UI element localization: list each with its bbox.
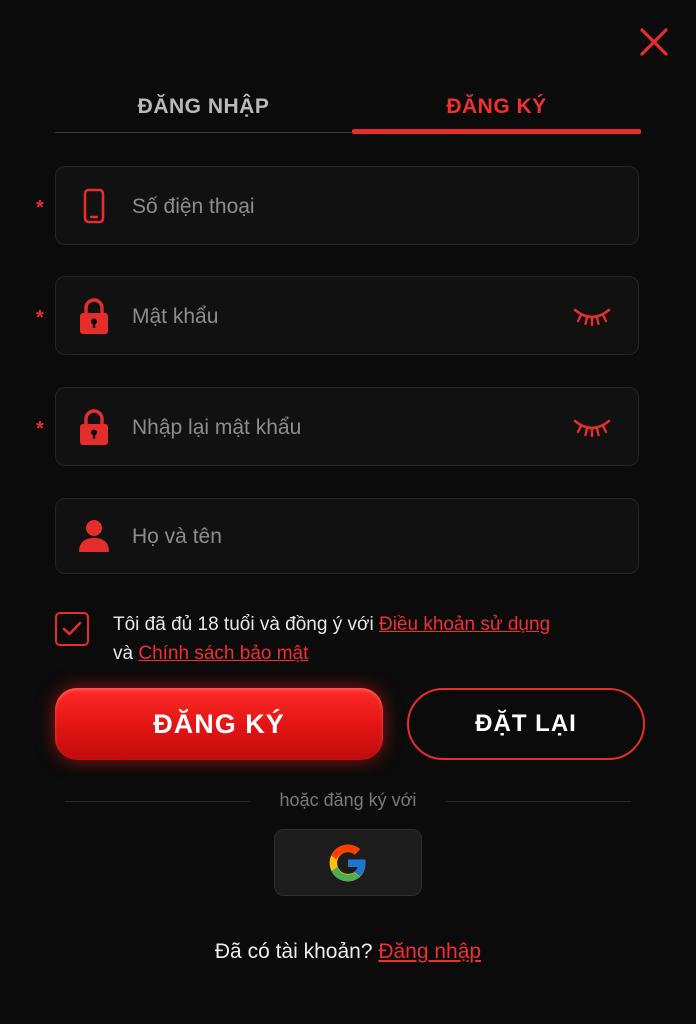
agreement-text: Tôi đã đủ 18 tuổi và đồng ý với Điều kho…	[113, 610, 633, 668]
login-prompt: Đã có tài khoản? Đăng nhập	[0, 940, 696, 964]
toggle-password-visibility[interactable]	[572, 304, 612, 328]
required-mark: *	[36, 418, 44, 440]
confirm-password-input[interactable]	[130, 388, 554, 467]
lock-icon	[78, 408, 110, 446]
eye-closed-icon	[573, 308, 611, 326]
phone-input[interactable]	[130, 167, 554, 246]
tab-register[interactable]: ĐĂNG KÝ	[352, 84, 641, 130]
register-button[interactable]: ĐĂNG KÝ	[55, 688, 383, 760]
close-button[interactable]	[636, 24, 672, 60]
google-signup-button[interactable]	[274, 829, 422, 896]
agreement-text-before: Tôi đã đủ 18 tuổi và đồng ý với	[113, 614, 379, 635]
phone-icon	[78, 187, 110, 225]
auth-tabs: ĐĂNG NHẬP ĐĂNG KÝ	[55, 84, 641, 134]
user-icon	[78, 517, 110, 555]
required-mark: *	[36, 197, 44, 219]
checkmark-icon	[62, 621, 82, 636]
reset-button[interactable]: ĐẶT LẠI	[407, 688, 645, 760]
toggle-confirm-password-visibility[interactable]	[572, 415, 612, 439]
close-icon	[640, 28, 668, 56]
login-prompt-question: Đã có tài khoản?	[214, 940, 379, 963]
tab-login[interactable]: ĐĂNG NHẬP	[55, 84, 352, 130]
full-name-input[interactable]	[130, 499, 554, 575]
tab-underline	[55, 132, 352, 133]
privacy-link[interactable]: Chính sách bảo mật	[138, 643, 308, 664]
social-divider-text: hoặc đăng ký với	[279, 790, 417, 810]
full-name-field-container	[55, 498, 639, 575]
password-field-container	[55, 276, 639, 356]
required-mark: *	[36, 307, 44, 329]
confirm-password-field-container	[55, 387, 639, 467]
eye-closed-icon	[573, 419, 611, 437]
agreement-text-middle: và	[113, 643, 139, 664]
terms-link[interactable]: Điều khoản sử dụng	[379, 614, 550, 635]
agree-checkbox[interactable]	[55, 612, 89, 646]
lock-icon	[78, 297, 110, 335]
tab-active-indicator	[352, 129, 641, 134]
login-link[interactable]: Đăng nhập	[378, 940, 481, 963]
google-icon	[329, 844, 366, 881]
phone-field-container	[55, 166, 639, 246]
password-input[interactable]	[130, 277, 554, 356]
